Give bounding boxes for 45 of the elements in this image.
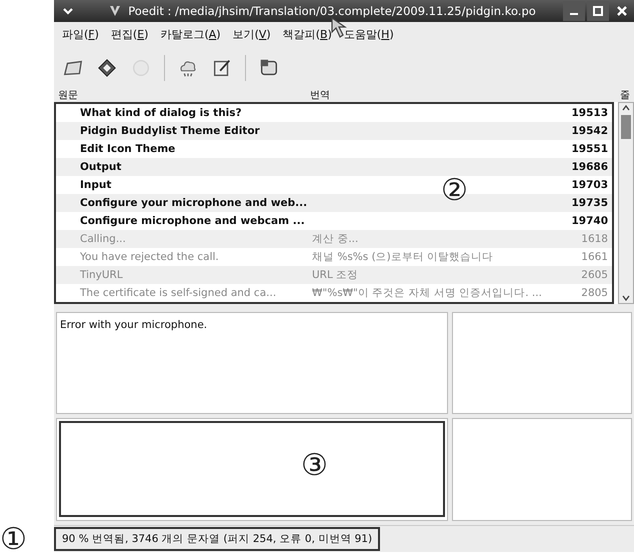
minimize-icon — [570, 12, 578, 15]
source-cell[interactable]: Configure your microphone and web... — [56, 196, 312, 209]
column-header[interactable]: 번역 — [310, 88, 580, 102]
line-cell-text: 2605 — [580, 268, 609, 281]
menu-item[interactable]: 편집(E) — [104, 25, 154, 44]
translation-cell-text: URL 조정 — [312, 268, 360, 282]
column-header[interactable]: 줄 — [580, 88, 634, 102]
line-cell-text: 1618 — [580, 232, 609, 245]
source-cell[interactable]: You have rejected the call. — [56, 250, 312, 263]
source-cell[interactable]: Pidgin Buddylist Theme Editor — [56, 124, 312, 137]
translation-cell-text: 채널 %s%s (으)로부터 이탈했습니다 — [312, 250, 494, 264]
line-cell-text: 19551 — [570, 142, 609, 155]
app-logo-icon — [108, 4, 122, 18]
scrollbar[interactable] — [618, 102, 634, 304]
window-title: Poedit : /media/jhsim/Translation/03.complete/2009.11.25/pidgin.ko.po — [128, 4, 536, 18]
source-cell[interactable]: Output — [56, 160, 312, 173]
callout-number: ① — [0, 525, 27, 555]
translation-cell-text: ₩"%s₩"이 주것은 자체 서명 인증서입니다. ... — [312, 286, 543, 300]
line-cell-text: 19735 — [570, 196, 609, 209]
source-cell[interactable]: Edit Icon Theme — [56, 142, 312, 155]
line-cell-text: 19703 — [570, 178, 609, 191]
close-icon — [617, 6, 627, 16]
callout-number: ② — [441, 176, 468, 206]
maximize-icon — [593, 6, 603, 16]
source-cell[interactable]: What kind of dialog is this? — [56, 106, 312, 119]
column-header[interactable]: 원문 — [54, 88, 310, 102]
source-cell[interactable]: Input — [56, 178, 312, 191]
translation-cell-text: 계산 중... — [312, 232, 360, 246]
status-text: 90 % 번역됨, 3746 개의 문자열 (퍼지 254, 오류 0, 미번역 91) — [54, 527, 380, 552]
callout-number: ③ — [301, 451, 328, 482]
scroll-up-icon[interactable] — [621, 102, 631, 113]
menu-item[interactable]: 파일(F) — [56, 25, 105, 44]
line-cell-text: 1661 — [580, 250, 609, 263]
line-cell-text: 19686 — [570, 160, 609, 173]
menu-item[interactable]: 카탈로그(A) — [154, 25, 227, 44]
source-cell[interactable]: Configure microphone and webcam ... — [56, 214, 312, 227]
line-cell-text: 19740 — [570, 214, 609, 227]
scroll-thumb[interactable] — [621, 114, 631, 139]
source-cell[interactable]: The certificate is self-signed and ca... — [56, 286, 312, 299]
translation-field[interactable]: ③ — [56, 418, 448, 522]
line-cell-text: 2805 — [580, 286, 609, 299]
source-text: Error with your microphone. — [59, 318, 208, 333]
line-cell-text: 19542 — [570, 124, 609, 137]
line-cell-text: 19513 — [570, 106, 609, 119]
menu-item[interactable]: 보기(V) — [226, 25, 277, 44]
